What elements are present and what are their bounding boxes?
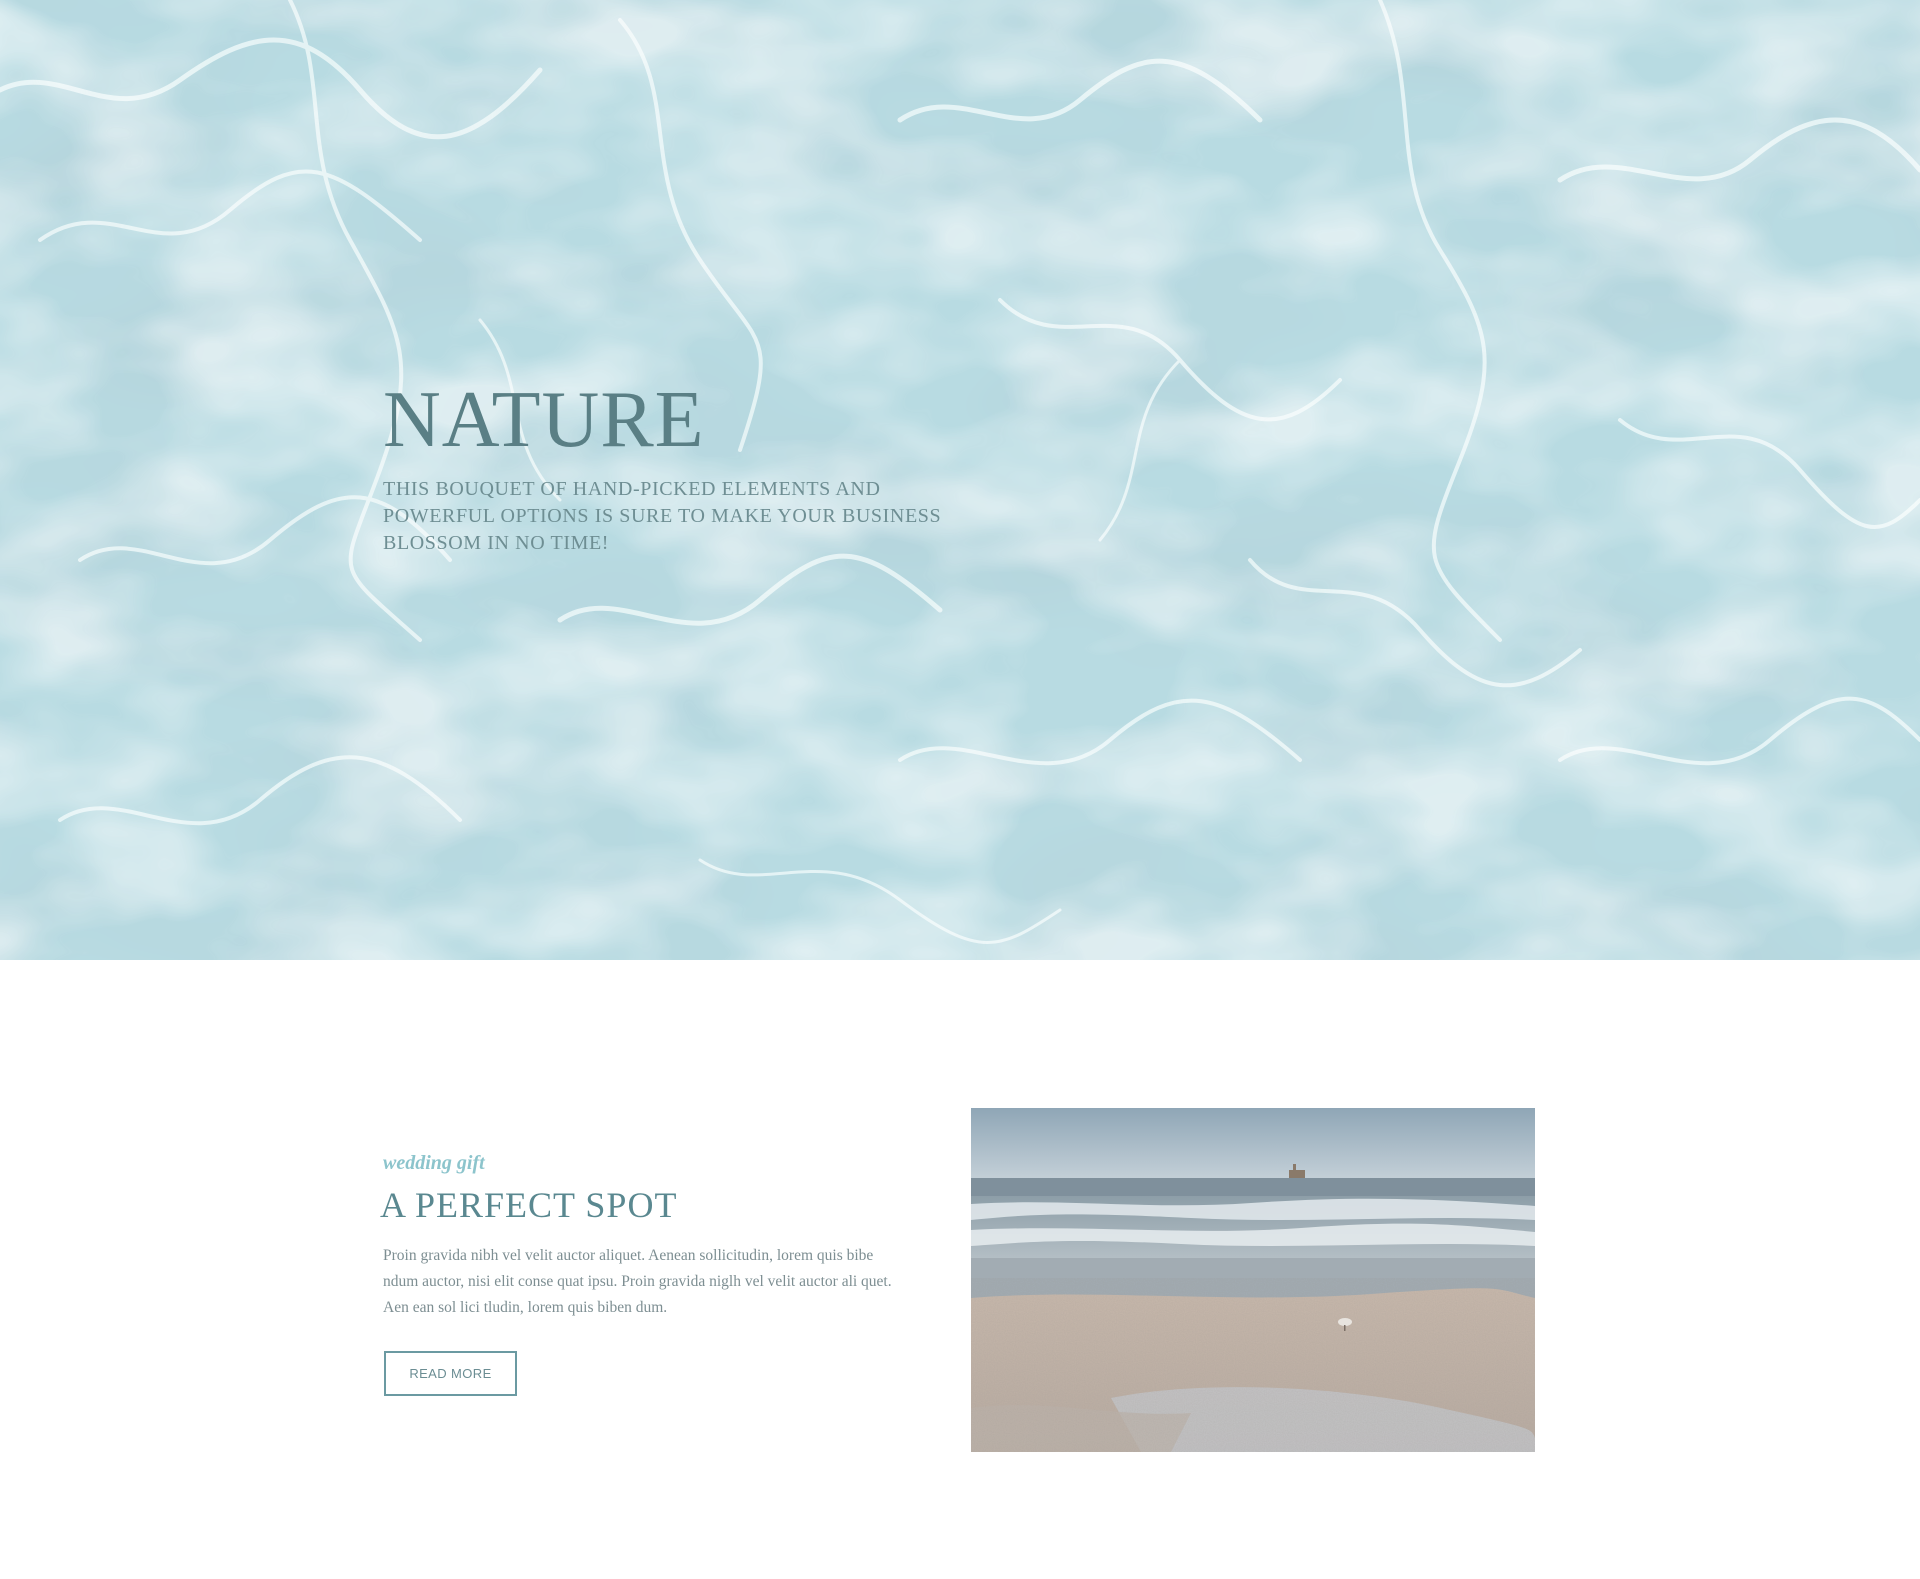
read-more-button[interactable]: READ MORE — [384, 1351, 517, 1396]
feature-eyebrow: wedding gift — [383, 1152, 485, 1174]
beach-shoreline-image — [971, 1108, 1535, 1452]
feature-text-block: wedding gift A PERFECT SPOT Proin gravid… — [380, 1145, 903, 1321]
hero-title: NATURE — [383, 376, 705, 464]
beach-photo — [971, 1108, 1535, 1452]
hero-section: NATURE THIS BOUQUET OF HAND-PICKED ELEME… — [0, 0, 1920, 960]
hero-subtitle: THIS BOUQUET OF HAND-PICKED ELEMENTS AND… — [383, 478, 942, 554]
feature-body: Proin gravida nibh vel velit auctor aliq… — [383, 1247, 892, 1316]
feature-title: A PERFECT SPOT — [380, 1185, 678, 1225]
